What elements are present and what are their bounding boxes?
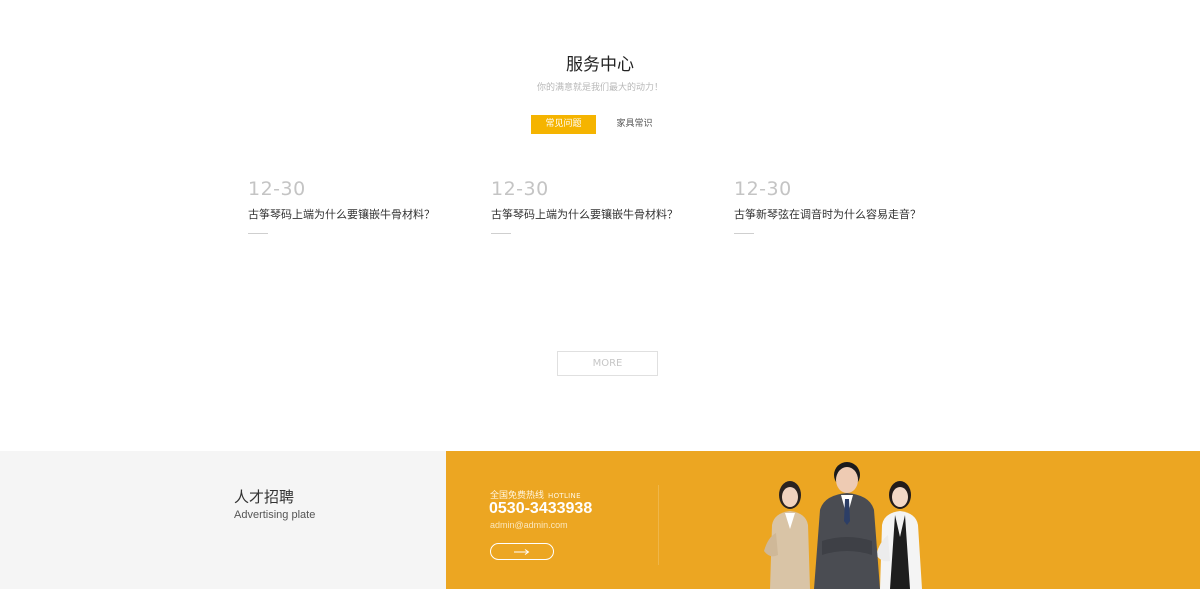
section-title: 服务中心 [566, 55, 634, 75]
contact-divider [658, 485, 659, 565]
recruit-title[interactable]: 人才招聘 [234, 486, 294, 507]
section-subtitle: 你的满意就是我们最大的动力！ [536, 83, 663, 93]
tab-faq[interactable]: 常见问题 [531, 115, 596, 134]
business-team-image [764, 462, 922, 589]
contact-email[interactable]: admin@admin.com [490, 520, 568, 530]
service-tabs: 常见问题 家具常识 [531, 115, 667, 134]
faq-date: 12-30 [491, 178, 549, 200]
faq-item[interactable]: 12-30 古筝新琴弦在调音时为什么容易走音？ [734, 178, 954, 238]
faq-divider [491, 233, 511, 234]
person-left [764, 481, 810, 589]
person-right [876, 481, 922, 589]
recruit-subtitle: Advertising plate [234, 509, 316, 521]
faq-question[interactable]: 古筝新琴弦在调音时为什么容易走音？ [734, 206, 954, 222]
more-button[interactable]: MORE [557, 351, 658, 376]
faq-item[interactable]: 12-30 古筝琴码上端为什么要镶嵌牛骨材料？ [248, 178, 468, 238]
faq-question[interactable]: 古筝琴码上端为什么要镶嵌牛骨材料？ [248, 206, 468, 222]
faq-divider [248, 233, 268, 234]
faq-date: 12-30 [734, 178, 792, 200]
hotline-en-label: HOTLINE [548, 492, 581, 500]
faq-question[interactable]: 古筝琴码上端为什么要镶嵌牛骨材料？ [491, 206, 711, 222]
arrow-right-icon [514, 548, 530, 555]
footer-gap [0, 589, 1200, 604]
faq-date: 12-30 [248, 178, 306, 200]
faq-item[interactable]: 12-30 古筝琴码上端为什么要镶嵌牛骨材料？ [491, 178, 711, 238]
contact-arrow-button[interactable] [490, 543, 554, 560]
page: 服务中心 你的满意就是我们最大的动力！ 常见问题 家具常识 12-30 古筝琴码… [0, 0, 1200, 604]
hotline-number: 0530-3433938 [489, 500, 593, 517]
tab-furniture-knowledge[interactable]: 家具常识 [602, 115, 667, 134]
person-center [814, 462, 880, 589]
recruit-panel [0, 451, 446, 589]
faq-divider [734, 233, 754, 234]
